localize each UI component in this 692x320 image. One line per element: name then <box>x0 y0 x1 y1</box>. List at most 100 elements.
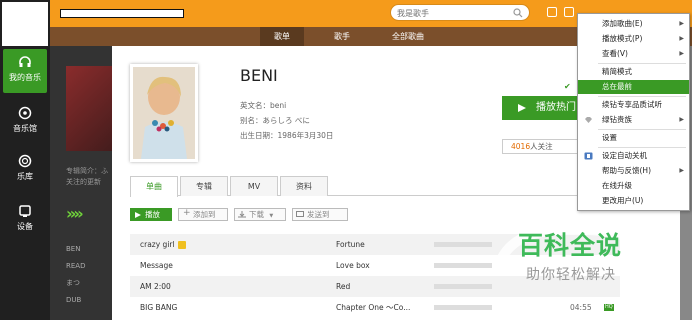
artist-avatar <box>130 64 198 162</box>
menu-item-green-diamond[interactable]: 绿钻贵族 ▶ <box>578 113 689 127</box>
popularity-bar <box>434 242 492 247</box>
sidebar-item-label: 乐库 <box>17 172 33 181</box>
table-row[interactable]: BIG BANG Chapter One ～Co... 04:55 HQ <box>130 297 620 318</box>
play-icon <box>518 104 526 112</box>
sidebar: 我的音乐 音乐馆 乐库 设备 <box>0 0 50 320</box>
menu-item-play-mode[interactable]: 播放模式(P) ▶ <box>578 32 689 46</box>
sidebar-item-music-hall[interactable]: 音乐馆 <box>0 100 50 144</box>
submenu-arrow-icon: ▶ <box>679 116 684 123</box>
song-title[interactable]: Message <box>140 255 173 276</box>
artist-tabs: 单曲 专辑 MV 资料 <box>130 176 610 197</box>
search-box[interactable] <box>390 4 530 21</box>
tab-singles[interactable]: 单曲 <box>130 176 178 197</box>
nav-tab-playlists[interactable]: 歌单 <box>260 27 304 46</box>
tab-mv[interactable]: MV <box>230 176 278 196</box>
song-title[interactable]: crazy girl <box>140 240 175 249</box>
menu-item-view[interactable]: 查看(V) ▶ <box>578 47 689 61</box>
send-icon <box>296 211 304 217</box>
sidebar-item-my-music[interactable]: 我的音乐 <box>3 49 47 93</box>
song-album[interactable]: Fortune <box>336 234 365 255</box>
menu-separator <box>598 96 686 97</box>
menu-item-label: 更改用户(U) <box>602 196 644 205</box>
sidebar-item-label: 我的音乐 <box>9 73 41 82</box>
mini-mode-icon[interactable] <box>564 7 574 17</box>
song-title[interactable]: AM 2:00 <box>140 276 171 297</box>
sidebar-item-library[interactable]: 乐库 <box>0 148 50 192</box>
download-button[interactable]: 下载 ▼ <box>234 208 286 221</box>
follow-button[interactable]: 4016人关注 <box>502 139 582 154</box>
window-controls <box>547 7 581 19</box>
menu-item-help[interactable]: 帮助与反馈(H) ▶ <box>578 164 689 178</box>
add-to-button[interactable]: + 添加到 <box>178 208 228 221</box>
menu-item-add-song[interactable]: 添加歌曲(E) ▶ <box>578 17 689 31</box>
send-to-button[interactable]: 发送到 <box>292 208 348 221</box>
send-to-label: 发送到 <box>307 210 330 219</box>
music-hall-icon <box>18 106 32 120</box>
artist-english-name: 英文名：beni <box>240 101 287 110</box>
sidebar-item-label: 音乐馆 <box>13 124 37 133</box>
menu-item-label: 设置 <box>602 133 617 142</box>
follow-count: 4016 <box>511 142 531 151</box>
dimmed-row: DUB <box>66 296 82 304</box>
menu-item-label: 绿钻贵族 <box>602 115 632 124</box>
menu-item-always-on-top[interactable]: ✔ 总在最前 <box>564 80 689 94</box>
submenu-arrow-icon: ▶ <box>679 50 684 57</box>
menu-item-label: 续钻专享品质试听 <box>602 100 662 109</box>
dimmed-rows: BEN READ まつ DUB <box>66 241 85 309</box>
menu-item-settings[interactable]: 设置 <box>578 131 689 145</box>
artist-alias: 别名：あらしろ べに <box>240 116 310 125</box>
checkmark-icon: ✔ <box>564 82 571 91</box>
play-button[interactable]: 播放 <box>130 208 172 221</box>
submenu-arrow-icon: ▶ <box>679 35 684 42</box>
watermark-title: 百科全说 <box>518 231 623 260</box>
menu-item-label: 精简模式 <box>602 67 632 76</box>
dimmed-row: まつ <box>66 279 80 287</box>
menu-separator <box>598 63 686 64</box>
skin-icon[interactable] <box>547 7 557 17</box>
menu-item-online-upgrade[interactable]: 在线升级 <box>578 179 689 193</box>
menu-item-change-user[interactable]: 更改用户(U) <box>578 194 689 208</box>
dimmed-row: BEN <box>66 245 81 253</box>
dimmed-text: 关注的更新 <box>66 178 101 186</box>
sidebar-item-label: 设备 <box>17 222 33 231</box>
menu-item-label: 查看(V) <box>602 49 628 58</box>
dimmed-row: READ <box>66 262 86 270</box>
menu-item-vip-trial[interactable]: 续钻专享品质试听 <box>578 98 689 112</box>
song-album[interactable]: Red <box>336 276 350 297</box>
follow-label: 人关注 <box>530 142 553 151</box>
popularity-bar <box>434 284 492 289</box>
song-title[interactable]: BIG BANG <box>140 297 177 318</box>
plus-icon: + <box>183 208 191 218</box>
menu-item-label: 在线升级 <box>602 181 632 190</box>
menu-item-auto-shutdown[interactable]: 设定自动关机 <box>578 149 689 163</box>
nav-tab-singers[interactable]: 歌手 <box>320 27 364 46</box>
popularity-bar <box>434 305 492 310</box>
dimmed-text: 专辑简介：ふ <box>66 167 108 175</box>
context-menu: 添加歌曲(E) ▶ 播放模式(P) ▶ 查看(V) ▶ 精简模式 ✔ 总在最前 续钻专享… <box>564 13 690 211</box>
play-icon <box>135 212 141 218</box>
menu-item-label: 帮助与反馈(H) <box>602 166 651 175</box>
double-arrow-icon: »» <box>66 204 84 223</box>
popularity-bar <box>434 263 492 268</box>
watermark: 百科全说 助你轻松解决 <box>494 224 650 284</box>
sidebar-item-device[interactable]: 设备 <box>0 198 50 242</box>
artist-birthday: 出生日期：1986年3月30日 <box>240 131 334 140</box>
menu-item-label: 总在最前 <box>602 82 632 91</box>
search-icon[interactable] <box>513 8 523 18</box>
play-label: 播放 <box>145 210 160 219</box>
disc-icon <box>18 154 32 168</box>
add-to-label: 添加到 <box>193 210 216 219</box>
download-label: 下载 <box>249 210 264 219</box>
menu-item-compact-mode[interactable]: 精简模式 <box>578 65 689 79</box>
song-album[interactable]: Love box <box>336 255 370 276</box>
artist-photo-icon <box>133 67 195 159</box>
tab-albums[interactable]: 专辑 <box>180 176 228 196</box>
diamond-icon <box>585 117 592 123</box>
watermark-subtitle: 助你轻松解决 <box>526 267 616 283</box>
song-duration: 04:55 <box>570 303 592 312</box>
search-input[interactable] <box>397 7 507 19</box>
tab-profile[interactable]: 资料 <box>280 176 328 196</box>
submenu-arrow-icon: ▶ <box>679 167 684 174</box>
nav-tab-all-songs[interactable]: 全部歌曲 <box>378 27 438 46</box>
song-album[interactable]: Chapter One ～Co... <box>336 297 410 318</box>
